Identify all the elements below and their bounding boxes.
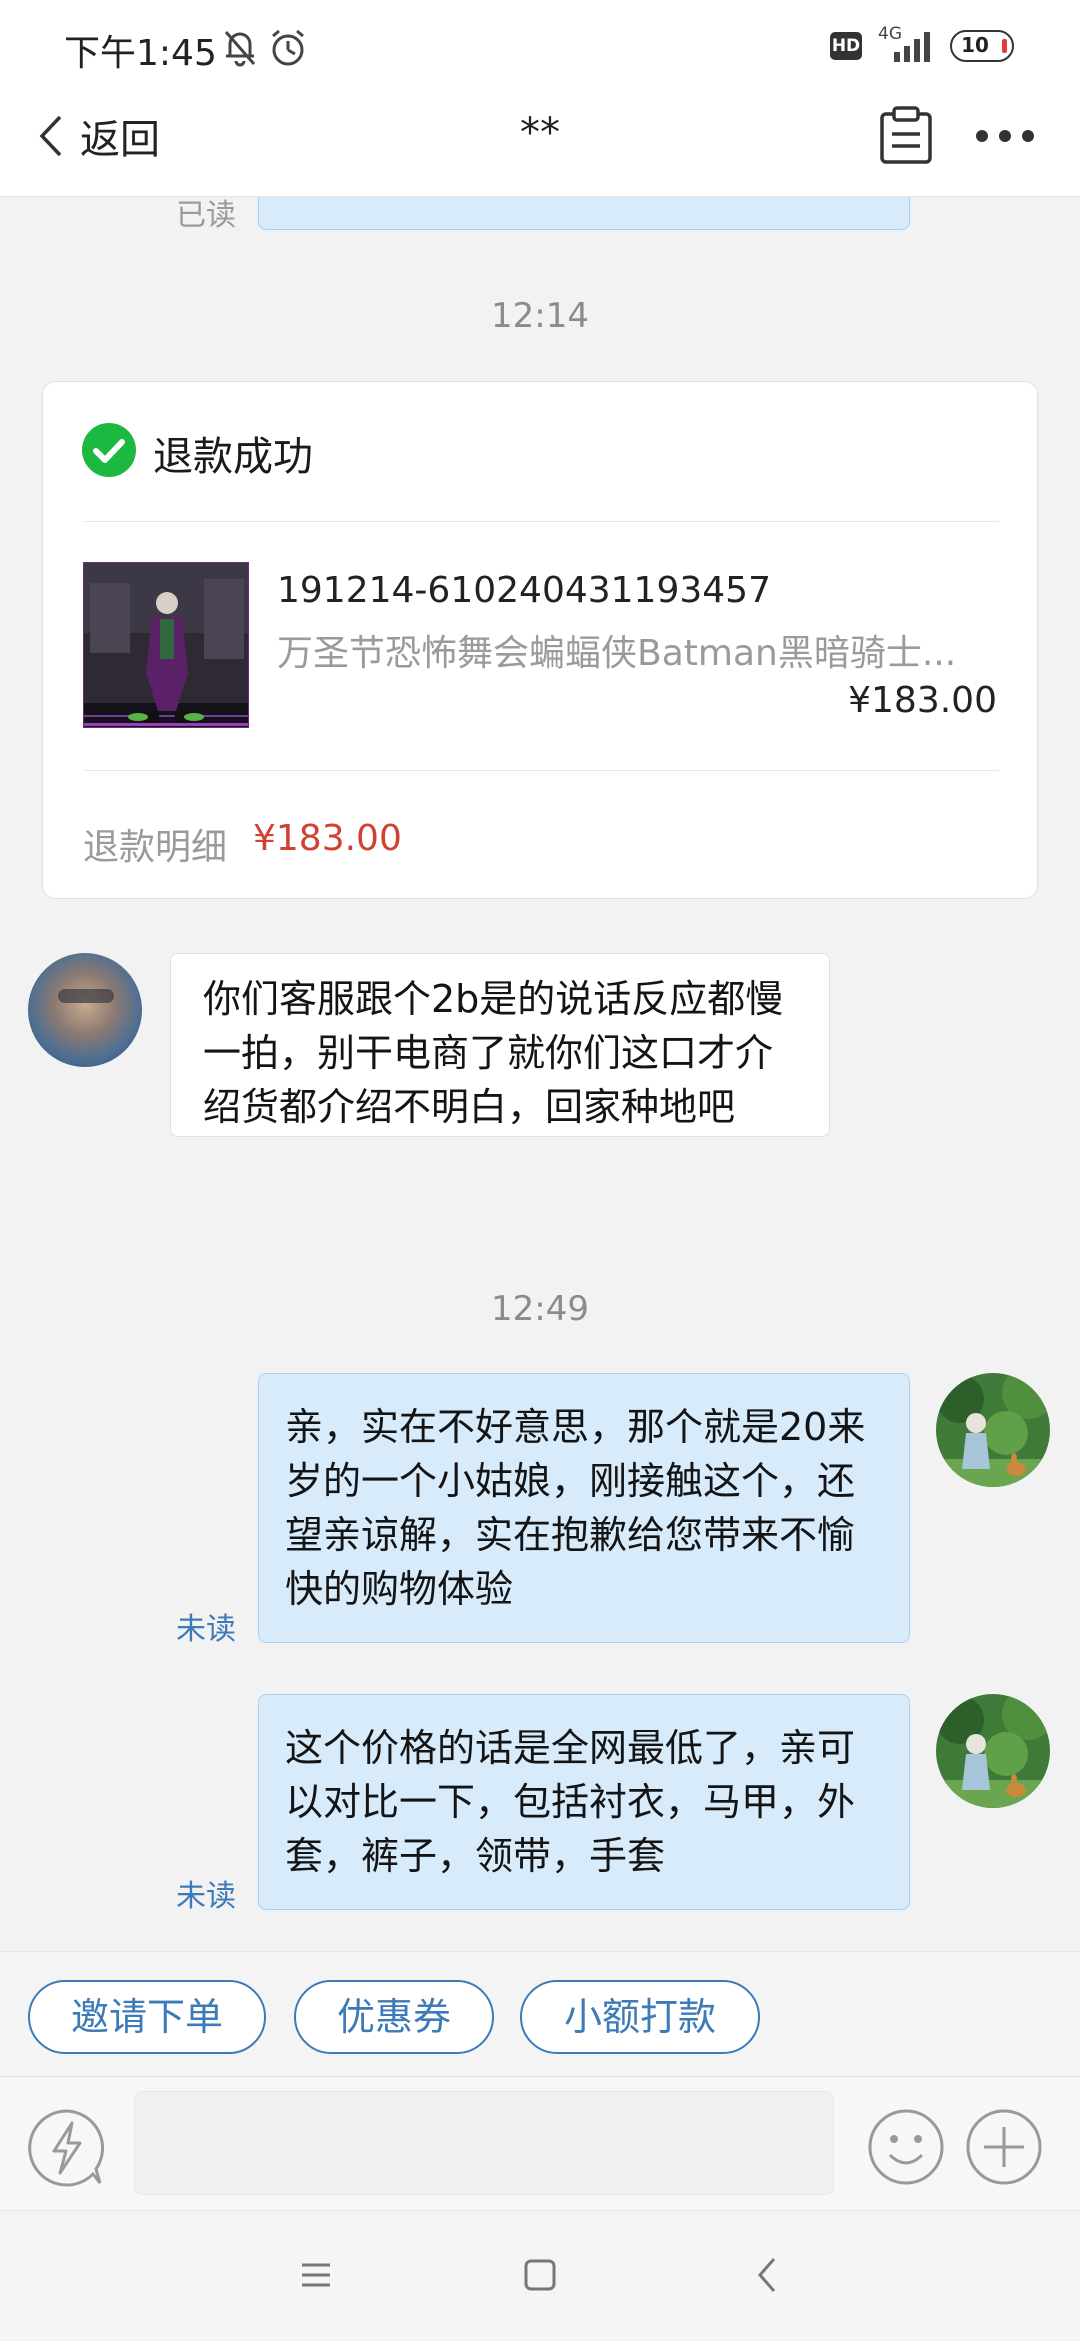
home-square-icon[interactable] bbox=[522, 2257, 558, 2293]
signal-icon bbox=[894, 32, 930, 62]
agent-avatar[interactable] bbox=[936, 1694, 1050, 1808]
customer-message-bubble[interactable]: 你们客服跟个2b是的说话反应都慢一拍，别干电商了就你们这口才介绍货都介绍不明白，… bbox=[170, 953, 830, 1137]
input-bar bbox=[0, 2076, 1080, 2211]
divider bbox=[83, 521, 999, 522]
refund-detail-label: 退款明细 bbox=[83, 827, 228, 868]
unread-status: 未读 bbox=[176, 1879, 236, 1914]
product-image[interactable] bbox=[83, 562, 249, 728]
refund-status: 退款成功 bbox=[153, 434, 313, 480]
invite-order-button[interactable]: 邀请下单 bbox=[28, 1980, 266, 2054]
small-payment-button[interactable]: 小额打款 bbox=[520, 1980, 760, 2054]
back-triangle-icon[interactable] bbox=[752, 2255, 782, 2295]
time-separator: 12:14 bbox=[491, 296, 589, 336]
alarm-icon bbox=[272, 29, 304, 66]
coupon-button[interactable]: 优惠券 bbox=[294, 1980, 494, 2054]
time-separator: 12:49 bbox=[491, 1289, 589, 1329]
refund-card[interactable]: 退款成功 191214-610240431193457 万圣节恐怖舞会蝙蝠侠Ba… bbox=[42, 381, 1038, 899]
reply-message-bubble[interactable]: 这个价格的话是全网最低了，亲可以对比一下，包括衬衣，马甲，外套，裤子，领带，手套 bbox=[258, 1694, 910, 1910]
quick-action-bar: 邀请下单 优惠券 小额打款 bbox=[0, 1951, 1080, 2077]
lightning-icon[interactable] bbox=[26, 2107, 108, 2189]
unread-status: 未读 bbox=[176, 1612, 236, 1647]
chat-area[interactable]: 已读 12:14 退款成功 191214-610240431193457 万圣节… bbox=[0, 196, 1080, 1951]
reply-message-bubble[interactable]: 亲，实在不好意思，那个就是20来岁的一个小姑娘，刚接触这个，还望亲谅解，实在抱歉… bbox=[258, 1373, 910, 1643]
previous-message-bubble[interactable] bbox=[258, 196, 910, 230]
order-number: 191214-610240431193457 bbox=[277, 570, 771, 611]
battery-icon: 10 bbox=[950, 30, 1014, 62]
more-icon[interactable] bbox=[974, 128, 1036, 144]
emoji-icon[interactable] bbox=[866, 2107, 946, 2187]
customer-avatar[interactable] bbox=[28, 953, 142, 1067]
refund-amount: ¥183.00 bbox=[253, 818, 402, 859]
read-status: 已读 bbox=[176, 198, 236, 233]
agent-avatar[interactable] bbox=[936, 1373, 1050, 1487]
system-navigation-bar bbox=[0, 2210, 1080, 2341]
message-input[interactable] bbox=[134, 2091, 834, 2195]
product-name: 万圣节恐怖舞会蝙蝠侠Batman黑暗骑士... bbox=[277, 633, 957, 674]
divider bbox=[83, 770, 999, 771]
check-circle-icon bbox=[82, 423, 136, 477]
menu-icon[interactable] bbox=[298, 2257, 334, 2293]
plus-icon[interactable] bbox=[964, 2107, 1044, 2187]
clipboard-icon[interactable] bbox=[878, 106, 934, 166]
status-time: 下午1:45 bbox=[64, 33, 217, 74]
product-price: ¥183.00 bbox=[848, 680, 997, 721]
bell-off-icon bbox=[224, 31, 256, 67]
top-bar: 下午1:45 HD 4G 10 返回 ** bbox=[0, 0, 1080, 197]
hd-icon: HD bbox=[830, 32, 862, 60]
